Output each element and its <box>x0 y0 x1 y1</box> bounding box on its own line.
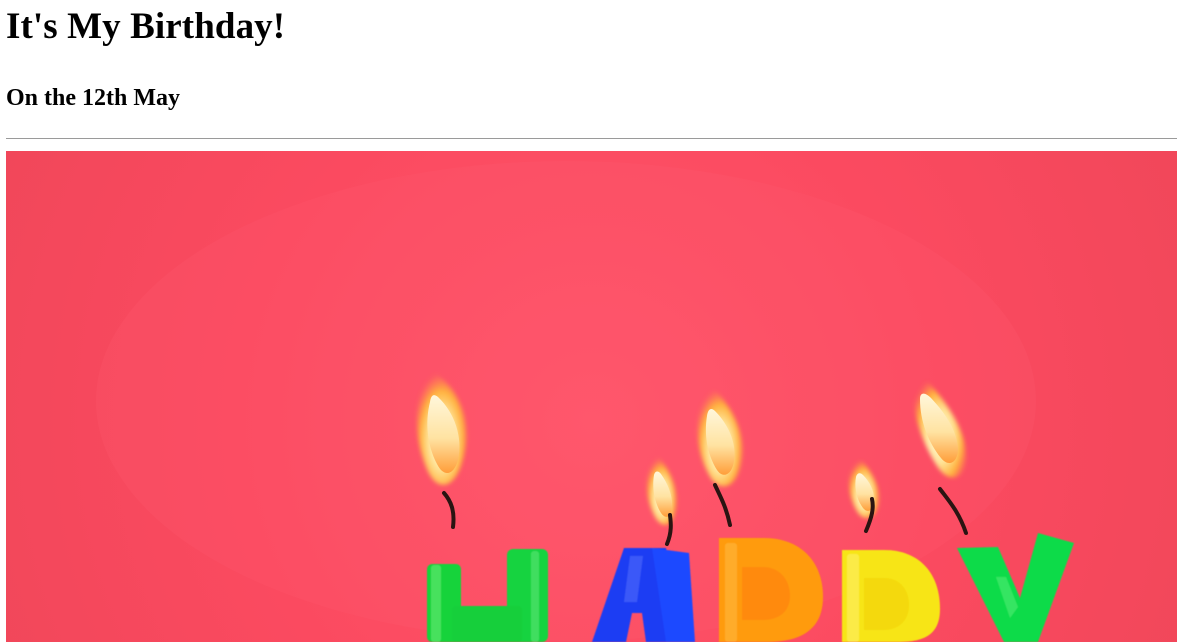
candle-letter-p2 <box>842 550 940 642</box>
birthday-candles-photo <box>6 151 1177 642</box>
candles <box>427 533 1074 642</box>
candle-letter-y <box>957 533 1074 642</box>
birthday-page: It's My Birthday! On the 12th May <box>0 0 1177 642</box>
page-title: It's My Birthday! <box>6 6 286 47</box>
page-subtitle: On the 12th May <box>6 85 180 111</box>
horizontal-divider <box>6 138 1177 139</box>
